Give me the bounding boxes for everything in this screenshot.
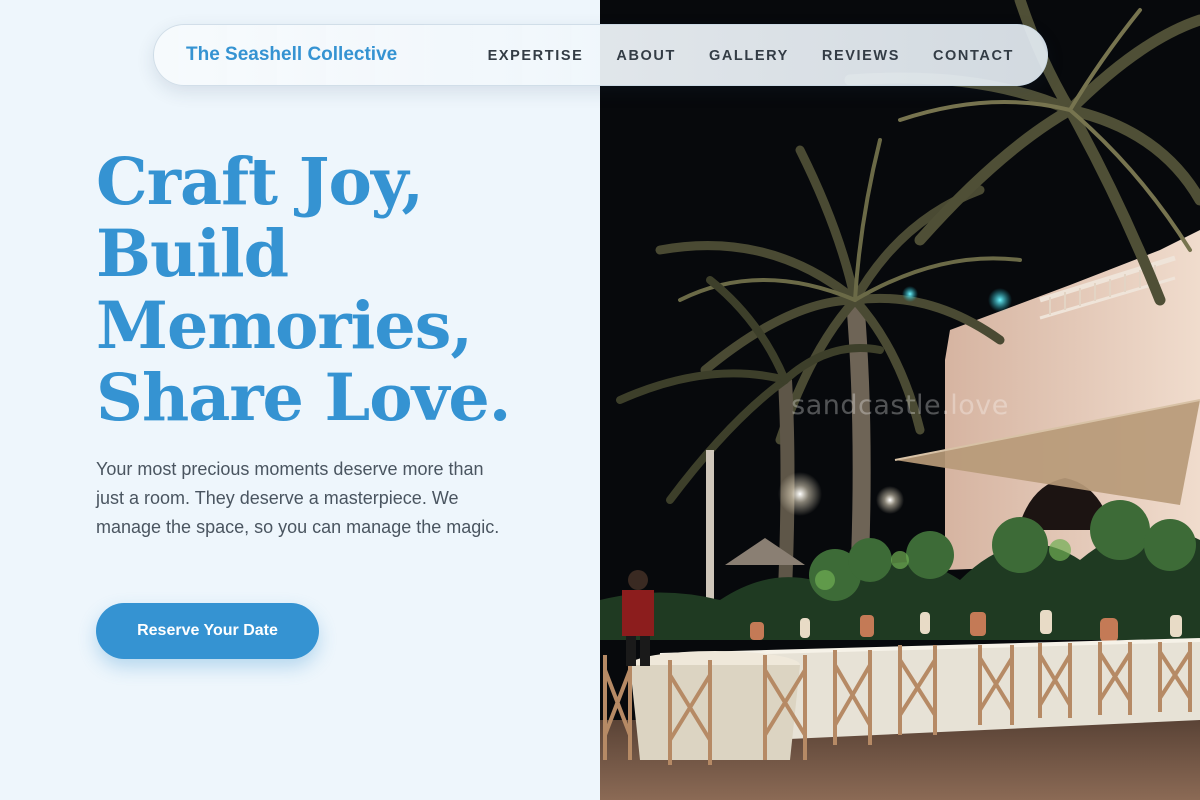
hero-venue-photo: sandcastle.love [600,0,1200,800]
headline-line: Craft Joy, [96,144,424,220]
top-navbar: The Seashell Collective EXPERTISE ABOUT … [153,24,1048,86]
headline-line: Share Love. [96,360,511,436]
nav-link-contact[interactable]: CONTACT [933,48,1014,64]
nav-link-expertise[interactable]: EXPERTISE [488,48,584,64]
image-watermark: sandcastle.love [791,390,1009,421]
nav-item-expertise: EXPERTISE [488,47,584,65]
reserve-date-button[interactable]: Reserve Your Date [96,603,319,659]
nav-item-contact: CONTACT [933,47,1014,65]
hero-text-panel: Craft Joy, Build Memories, Share Love. Y… [0,0,600,800]
hero-headline: Craft Joy, Build Memories, Share Love. [96,146,566,434]
nav-item-about: ABOUT [616,47,676,65]
nav-link-reviews[interactable]: REVIEWS [822,48,900,64]
headline-line: Build [96,216,289,292]
nav-menu: EXPERTISE ABOUT GALLERY REVIEWS CONTACT [488,47,1014,65]
nav-item-gallery: GALLERY [709,47,789,65]
nav-link-about[interactable]: ABOUT [616,48,676,64]
headline-line: Memories, [96,288,473,364]
nav-link-gallery[interactable]: GALLERY [709,48,789,64]
brand-logo-link[interactable]: The Seashell Collective [186,44,397,66]
hero-intro-text: Your most precious moments deserve more … [96,459,500,537]
nav-item-reviews: REVIEWS [822,47,900,65]
